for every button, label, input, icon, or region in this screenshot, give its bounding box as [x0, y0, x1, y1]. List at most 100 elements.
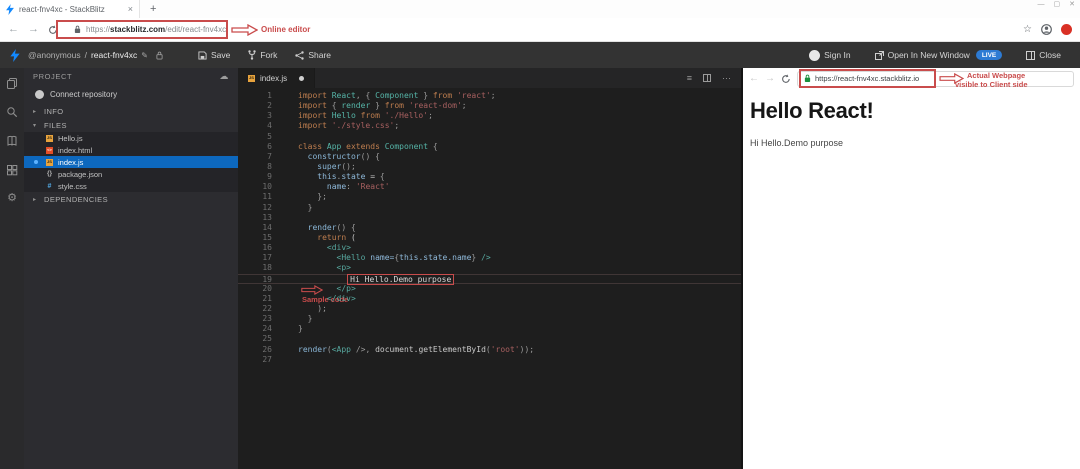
code-line[interactable]: 9 this.state = {: [238, 172, 741, 182]
forward-icon[interactable]: →: [28, 24, 39, 35]
preview-refresh-icon[interactable]: [781, 73, 791, 84]
code-line[interactable]: 12 }: [238, 203, 741, 213]
save-button[interactable]: Save: [189, 42, 239, 68]
stackblitz-logo-icon: [10, 48, 20, 62]
file-item-package.json[interactable]: {} package.json: [24, 168, 238, 180]
file-name: Hello.js: [58, 133, 83, 143]
preview-forward-icon[interactable]: →: [765, 73, 775, 84]
format-icon[interactable]: ≡: [687, 73, 692, 83]
project-files-icon[interactable]: [6, 77, 18, 89]
line-number: 19: [262, 274, 272, 284]
code-line[interactable]: 25: [238, 334, 741, 344]
code-line[interactable]: 21 </div>: [238, 294, 741, 304]
url-annotation-box: [56, 20, 228, 39]
project-panel: PROJECT ☁ Connect repository ▸ INFO ▾ FI…: [24, 68, 238, 469]
code-line[interactable]: 26 render(<App />, document.getElementByI…: [238, 345, 741, 355]
sign-in-button[interactable]: Sign In: [800, 42, 859, 68]
window-close-icon[interactable]: ✕: [1069, 0, 1075, 9]
fork-button[interactable]: Fork: [239, 42, 286, 68]
code-text: render(<App />, document.getElementById(…: [298, 344, 535, 354]
stackblitz-favicon-icon: [6, 3, 14, 15]
section-info[interactable]: ▸ INFO: [24, 104, 238, 118]
line-number: 13: [262, 212, 272, 222]
code-line[interactable]: 15 return (: [238, 233, 741, 243]
new-tab-button[interactable]: +: [150, 3, 156, 15]
file-item-index.html[interactable]: <> index.html: [24, 144, 238, 156]
html-file-icon: <>: [46, 146, 53, 154]
code-area[interactable]: 1 import React, { Component } from 'react…: [238, 88, 741, 469]
line-number: 3: [267, 111, 272, 121]
book-icon[interactable]: [6, 135, 18, 147]
window-controls: — ▢ ✕: [1038, 0, 1076, 9]
section-files[interactable]: ▾ FILES: [24, 118, 238, 132]
line-number: 17: [262, 253, 272, 263]
back-icon[interactable]: ←: [8, 24, 19, 35]
preview-toolbar: ← → https://react-fnv4xc.stackblitz.io A…: [743, 68, 1080, 89]
code-text: };: [317, 192, 327, 202]
settings-gear-icon[interactable]: ⚙: [7, 193, 17, 204]
main-content: ⚙ PROJECT ☁ Connect repository ▸ INFO ▾ …: [0, 68, 1080, 469]
window-maximize-icon[interactable]: ▢: [1054, 0, 1061, 9]
code-line[interactable]: 11 };: [238, 192, 741, 202]
code-line[interactable]: 14 render() {: [238, 223, 741, 233]
avatar-icon[interactable]: [1041, 24, 1052, 35]
browser-tab-bar: react-fnv4xc - StackBlitz × + — ▢ ✕: [0, 0, 1080, 18]
code-line[interactable]: 19 Hi Hello.Demo purpose Sample code: [238, 273, 741, 304]
code-line[interactable]: 4 import './style.css';: [238, 121, 741, 131]
preview-back-icon[interactable]: ←: [749, 73, 759, 84]
bookmark-star-icon[interactable]: ☆: [1023, 24, 1032, 35]
project-breadcrumb[interactable]: @anonymous / react-fnv4xc ✎: [28, 50, 163, 60]
window-minimize-icon[interactable]: —: [1038, 0, 1045, 9]
blocks-icon[interactable]: [6, 164, 18, 176]
search-icon[interactable]: [6, 106, 18, 118]
editor-actions: ≡ ···: [687, 73, 741, 83]
code-line[interactable]: 20 </p>: [238, 284, 741, 294]
code-line[interactable]: 24}: [238, 324, 741, 334]
open-new-window-button[interactable]: Open In New Window LIVE: [866, 42, 1012, 68]
close-preview-button[interactable]: Close: [1017, 42, 1070, 68]
preview-annotation-label: Actual Webpage visible to Client side: [955, 71, 1028, 89]
profile-badge-icon[interactable]: [1061, 24, 1072, 35]
file-item-Hello.js[interactable]: JS Hello.js: [24, 132, 238, 144]
fork-icon: [248, 50, 257, 60]
browser-tab[interactable]: react-fnv4xc - StackBlitz ×: [0, 0, 140, 18]
section-dependencies[interactable]: ▸ DEPENDENCIES: [24, 192, 238, 206]
code-line[interactable]: 17 <Hello name={this.state.name} />: [238, 253, 741, 263]
share-button[interactable]: Share: [286, 42, 340, 68]
connect-repository-button[interactable]: Connect repository: [24, 85, 238, 104]
code-line[interactable]: 23 }: [238, 314, 741, 324]
cloud-sync-icon[interactable]: ☁: [219, 71, 229, 82]
split-editor-icon[interactable]: [703, 74, 711, 82]
editor-tab-indexjs[interactable]: JS index.js: [238, 68, 316, 88]
edit-pencil-icon[interactable]: ✎: [141, 51, 148, 60]
json-file-icon: {}: [46, 169, 53, 177]
more-actions-icon[interactable]: ···: [722, 73, 731, 83]
code-line[interactable]: 5: [238, 132, 741, 142]
code-line[interactable]: 3 import Hello from './Hello';: [238, 111, 741, 121]
highlighted-code-box: Hi Hello.Demo purpose: [347, 273, 455, 285]
editor-tab-bar: JS index.js ≡ ···: [238, 68, 741, 88]
code-text: import './style.css';: [298, 121, 400, 131]
tab-title: react-fnv4xc - StackBlitz: [19, 4, 105, 14]
project-label: PROJECT: [33, 72, 73, 81]
code-line[interactable]: 8 super();: [238, 162, 741, 172]
code-line[interactable]: 10 name: 'React': [238, 182, 741, 192]
file-item-index.js[interactable]: JS index.js: [24, 156, 238, 168]
code-text: import { render } from 'react-dom';: [298, 101, 467, 111]
code-line[interactable]: 27: [238, 355, 741, 365]
code-line[interactable]: 7 constructor() {: [238, 152, 741, 162]
code-line[interactable]: 2 import { render } from 'react-dom';: [238, 101, 741, 111]
toolbar-right: ☆: [1023, 24, 1072, 35]
file-item-style.css[interactable]: # style.css: [24, 180, 238, 192]
code-line[interactable]: 6 class App extends Component {: [238, 142, 741, 152]
code-line[interactable]: 13: [238, 213, 741, 223]
code-line[interactable]: 22 );: [238, 304, 741, 314]
tab-close-icon[interactable]: ×: [128, 4, 133, 14]
code-line[interactable]: 1 import React, { Component } from 'react…: [238, 91, 741, 101]
activity-bar: ⚙: [0, 68, 24, 469]
line-number: 21: [262, 293, 272, 303]
code-line[interactable]: 16 <div>: [238, 243, 741, 253]
code-line[interactable]: 18 <p>: [238, 263, 741, 273]
